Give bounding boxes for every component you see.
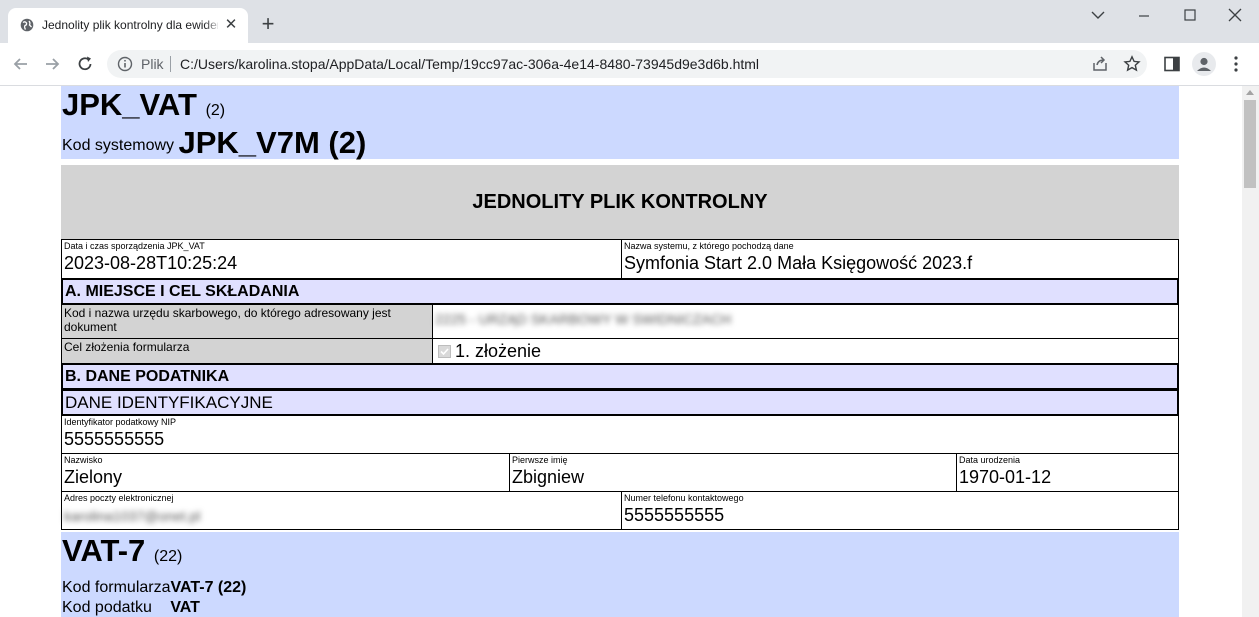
info-icon[interactable] [117, 56, 133, 72]
nip-cell: Identyfikator podatkowy NIP 5555555555 [62, 416, 1178, 453]
purpose-label: Cel złożenia formularza [62, 339, 432, 363]
email-label: Adres poczty elektronicznej [64, 493, 174, 503]
profile-avatar[interactable] [1192, 52, 1216, 76]
birthdate-cell: Data urodzenia 1970-01-12 [956, 454, 1178, 491]
system-code-value: JPK_V7M (2) [178, 125, 367, 160]
doc-title-text: JPK_VAT [62, 87, 197, 122]
created-cell: Data i czas sporządzenia JPK_VAT 2023-08… [62, 240, 621, 278]
email-cell: Adres poczty elektronicznej karolina1037… [62, 492, 621, 529]
created-label: Data i czas sporządzenia JPK_VAT [64, 241, 205, 251]
system-name-label: Nazwa systemu, z którego pochodzą dane [624, 241, 794, 251]
created-value: 2023-08-28T10:25:24 [64, 253, 238, 273]
system-code-label: Kod systemowy [62, 137, 175, 154]
firstname-label: Pierwsze imię [512, 455, 568, 465]
address-bar[interactable]: Plik C:/Users/karolina.stopa/AppData/Loc… [107, 50, 1147, 78]
name-row: Nazwisko Zielony Pierwsze imię Zbigniew … [61, 453, 1179, 492]
profile-icon [1197, 57, 1211, 71]
tax-code-value: VAT [170, 599, 200, 616]
check-icon [440, 348, 449, 356]
scroll-up-arrow-icon[interactable] [1246, 90, 1254, 95]
forward-arrow-icon[interactable] [42, 54, 62, 74]
form-title-version: (22) [153, 548, 183, 565]
back-arrow-icon[interactable] [11, 54, 31, 74]
nip-row: Identyfikator podatkowy NIP 5555555555 [61, 415, 1179, 454]
section-b-header: B. DANE PODATNIKA [61, 363, 1179, 390]
close-window-icon[interactable] [1220, 6, 1250, 26]
system-code: Kod systemowy JPK_V7M (2) [62, 127, 1179, 158]
doc-title-version: (2) [205, 102, 226, 119]
globe-icon [20, 18, 34, 32]
office-row: Kod i nazwa urzędu skarbowego, do któreg… [61, 304, 1179, 339]
system-name-value: Symfonia Start 2.0 Mała Księgowość 2023.… [624, 253, 973, 273]
phone-value: 5555555555 [624, 505, 725, 525]
meta-row: Data i czas sporządzenia JPK_VAT 2023-08… [61, 239, 1179, 279]
form-code-value: VAT-7 (22) [170, 579, 247, 596]
form-title-text: VAT-7 [62, 533, 146, 568]
doc-title: JPK_VAT (2) [62, 88, 1179, 128]
nip-label: Identyfikator podatkowy NIP [64, 417, 177, 427]
firstname-cell: Pierwsze imię Zbigniew [509, 454, 956, 491]
vertical-scrollbar[interactable] [1242, 86, 1259, 617]
surname-cell: Nazwisko Zielony [62, 454, 509, 491]
tab-title-fade [204, 16, 222, 34]
side-panel-icon[interactable] [1163, 55, 1181, 73]
maximize-icon[interactable] [1175, 6, 1205, 26]
ident-subsection-header: DANE IDENTYFIKACYJNE [61, 389, 1179, 416]
page-viewport: JPK_VAT (2) Kod systemowy JPK_V7M (2) JE… [0, 86, 1242, 617]
birthdate-label: Data urodzenia [959, 455, 1021, 465]
office-value: 2225 - URZĄD SKARBOWY W SWIDNICZACH [435, 311, 732, 327]
phone-label: Numer telefonu kontaktowego [624, 493, 744, 503]
office-label: Kod i nazwa urzędu skarbowego, do któreg… [62, 305, 432, 338]
purpose-cell: 1. złożenie [432, 339, 1178, 363]
email-value: karolina1037@onet.pl [64, 508, 201, 524]
tab-title: Jednolity plik kontrolny dla ewidencji [42, 18, 218, 32]
firstname-value: Zbigniew [512, 467, 585, 487]
scheme-divider [170, 56, 171, 72]
scheme-label: Plik [141, 56, 164, 72]
minimize-icon[interactable] [1129, 6, 1159, 26]
tab-search-chevron-icon[interactable] [1083, 6, 1113, 26]
system-name-cell: Nazwa systemu, z którego pochodzą dane S… [621, 240, 1178, 278]
browser-tab[interactable]: Jednolity plik kontrolny dla ewidencji ✕ [8, 8, 248, 43]
new-tab-button[interactable]: + [258, 13, 278, 35]
contact-row: Adres poczty elektronicznej karolina1037… [61, 491, 1179, 530]
purpose-value: 1. złożenie [455, 341, 542, 361]
form-title: VAT-7 (22) [62, 534, 1179, 574]
surname-value: Zielony [64, 467, 123, 487]
birthdate-value: 1970-01-12 [959, 467, 1052, 487]
kebab-menu-icon[interactable] [1228, 55, 1244, 73]
tax-code-label: Kod podatku [62, 599, 152, 616]
share-icon[interactable] [1091, 55, 1109, 73]
bookmark-star-icon[interactable] [1123, 55, 1141, 73]
jpk-header: JPK_VAT (2) Kod systemowy JPK_V7M (2) [61, 86, 1179, 159]
close-tab-icon[interactable]: ✕ [224, 17, 238, 32]
office-cell: 2225 - URZĄD SKARBOWY W SWIDNICZACH [432, 305, 1178, 338]
reload-icon[interactable] [75, 54, 95, 74]
scroll-thumb[interactable] [1244, 100, 1256, 188]
nip-value: 5555555555 [64, 429, 165, 449]
browser-toolbar: Plik C:/Users/karolina.stopa/AppData/Loc… [0, 43, 1259, 86]
purpose-row: Cel złożenia formularza 1. złożenie [61, 338, 1179, 364]
url-text[interactable]: C:/Users/karolina.stopa/AppData/Local/Te… [180, 56, 759, 72]
form-code-label: Kod formularza [62, 579, 171, 596]
section-a-header: A. MIEJSCE I CEL SKŁADANIA [61, 278, 1179, 305]
purpose-checkbox[interactable] [438, 345, 451, 358]
phone-cell: Numer telefonu kontaktowego 5555555555 [621, 492, 1178, 529]
surname-label: Nazwisko [64, 455, 103, 465]
document-banner: JEDNOLITY PLIK KONTROLNY [61, 165, 1179, 240]
vat7-header: VAT-7 (22) Kod formularzaVAT-7 (22) Kod … [61, 532, 1179, 617]
jpk-document: JPK_VAT (2) Kod systemowy JPK_V7M (2) JE… [61, 86, 1179, 617]
tax-code: Kod podatku VAT [62, 598, 1179, 617]
tab-strip: Jednolity plik kontrolny dla ewidencji ✕… [0, 0, 1259, 43]
form-code: Kod formularzaVAT-7 (22) [62, 578, 1179, 598]
